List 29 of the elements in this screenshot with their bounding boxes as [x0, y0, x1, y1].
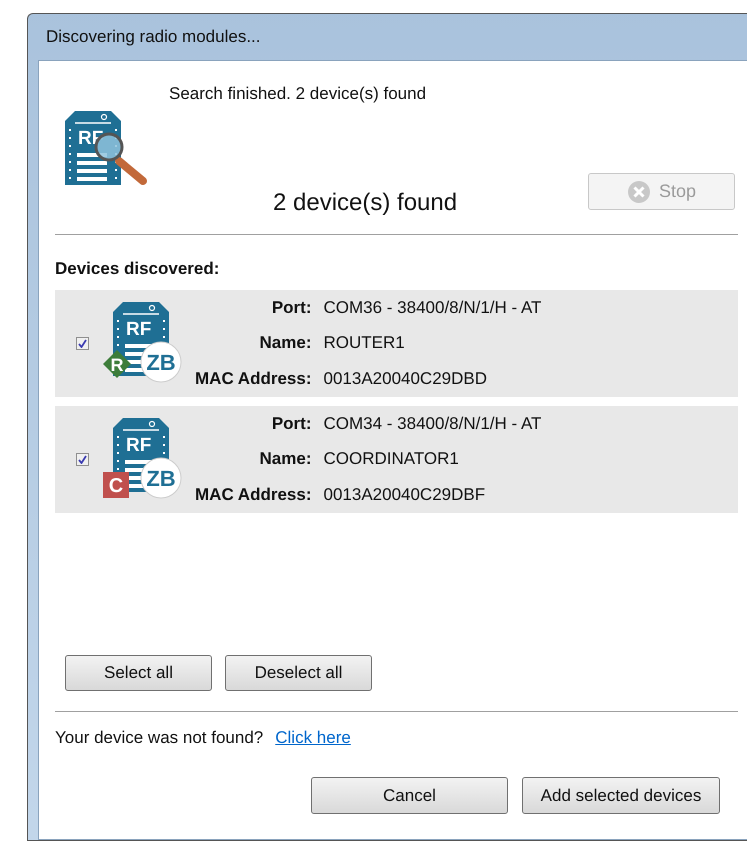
- checkbox[interactable]: [76, 452, 89, 466]
- device-count: 2 device(s) found: [273, 188, 458, 218]
- section-heading: Devices discovered:: [55, 258, 220, 280]
- field-value: COM34 - 38400/8/N/1/H - AT: [324, 412, 542, 435]
- deselect-all-button[interactable]: Deselect all: [225, 654, 372, 690]
- field-label: Name:: [258, 332, 312, 354]
- cancel-button[interactable]: Cancel: [311, 777, 508, 814]
- status-text: Search finished. 2 device(s) found: [169, 83, 426, 105]
- field-label: Name:: [258, 448, 312, 470]
- device-row[interactable]: RF C ZB Port: COM34 - 38400/8/N/1/H - AT Name: COORDINATOR1 MAC Address: 0013A20040C29DBF: [55, 406, 738, 512]
- check-icon: [78, 454, 87, 464]
- field-value: 0013A20040C29DBF: [324, 484, 486, 506]
- field-label: MAC Address:: [195, 368, 312, 390]
- field-label: MAC Address:: [195, 484, 312, 506]
- add-devices-button[interactable]: Add selected devices: [522, 777, 720, 814]
- field-value: 0013A20040C29DBD: [324, 368, 488, 390]
- close-icon: [626, 180, 651, 204]
- not-found-text: Your device was not found?: [55, 726, 264, 748]
- checkbox[interactable]: [76, 336, 89, 350]
- field-value: COORDINATOR1: [324, 448, 460, 470]
- field-label: Port:: [270, 412, 312, 435]
- field-value: COM36 - 38400/8/N/1/H - AT: [324, 296, 542, 319]
- field-label: Port:: [270, 296, 312, 319]
- device-row[interactable]: RF R ZB Port: COM36 - 38400/8/N/1/H - AT Name: ROUTER1 MAC Address: 0013A20040C29DBD: [55, 290, 738, 396]
- window-title: Discovering radio modules...: [46, 26, 260, 48]
- click-here-link[interactable]: Click here: [275, 724, 351, 750]
- check-icon: [78, 338, 87, 348]
- select-all-button[interactable]: Select all: [65, 654, 212, 690]
- field-value: ROUTER1: [324, 332, 406, 354]
